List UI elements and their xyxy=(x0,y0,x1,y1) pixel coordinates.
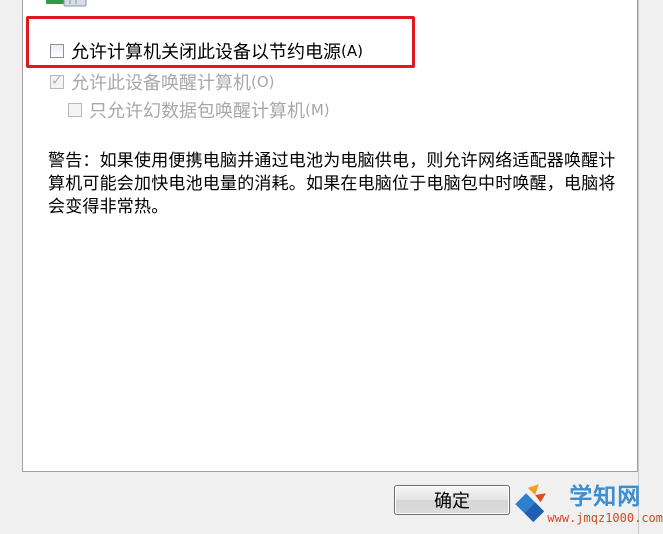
allow-wake-label: 允许此设备唤醒计算机 xyxy=(71,73,251,94)
battery-warning-text: 警告：如果使用便携电脑并通过电池为电脑供电，则允许网络适配器唤醒计算机可能会加快… xyxy=(48,151,616,217)
site-watermark: 学知网 www.jmqz1000.com xyxy=(508,475,663,534)
checkmark-icon: ✓ xyxy=(51,73,63,89)
watermark-title: 学知网 xyxy=(569,484,642,510)
allow-power-off-checkbox[interactable] xyxy=(50,44,64,58)
allow-wake-hotkey: (O) xyxy=(251,73,275,91)
ok-button[interactable]: 确定 xyxy=(394,485,510,515)
magic-packet-hotkey: (M) xyxy=(305,101,330,119)
watermark-url: www.jmqz1000.com xyxy=(547,511,663,525)
magic-packet-checkbox xyxy=(68,103,82,117)
ok-button-label: 确定 xyxy=(434,491,470,512)
watermark-logo-icon xyxy=(515,483,546,522)
allow-power-off-hotkey: (A) xyxy=(341,42,363,60)
dialog-frame-left xyxy=(0,0,22,534)
allow-wake-checkbox: ✓ xyxy=(50,73,64,89)
magic-packet-label: 只允许幻数据包唤醒计算机 xyxy=(89,101,305,122)
dialog-frame-right xyxy=(638,0,663,534)
option-allow-power-off[interactable]: 允许计算机关闭此设备以节约电源 (A) xyxy=(50,38,363,64)
option-magic-packet-only: 只允许幻数据包唤醒计算机 (M) xyxy=(68,97,330,123)
network-adapter-icon xyxy=(46,0,87,7)
allow-power-off-label: 允许计算机关闭此设备以节约电源 xyxy=(71,42,341,63)
option-allow-wake: ✓ 允许此设备唤醒计算机 (O) xyxy=(50,69,275,95)
